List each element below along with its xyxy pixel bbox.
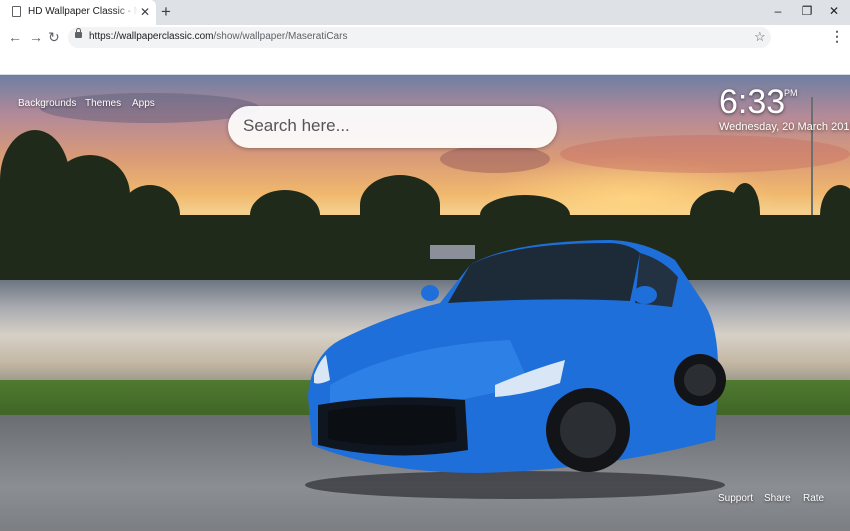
bookmarks-spacer: [0, 51, 850, 75]
radio-mast: [811, 97, 813, 222]
support-link[interactable]: Support: [718, 493, 753, 504]
new-tab-button[interactable]: +: [161, 3, 171, 21]
minimize-button[interactable]: –: [768, 2, 788, 20]
address-bar[interactable]: https://wallpaperclassic.com/show/wallpa…: [68, 27, 771, 48]
url-host: https://wallpaperclassic.com: [89, 31, 214, 42]
share-link[interactable]: Share: [764, 493, 791, 504]
clock-time: 6:33: [719, 83, 786, 121]
tab-close-icon[interactable]: ✕: [140, 5, 150, 19]
active-tab[interactable]: HD Wallpaper Classic - MaseratiCars ✕: [0, 0, 156, 25]
bookmark-star-icon[interactable]: ☆: [754, 29, 766, 45]
url-text[interactable]: https://wallpaperclassic.com/show/wallpa…: [89, 31, 347, 42]
tree: [250, 190, 320, 240]
themes-link[interactable]: Themes: [85, 98, 121, 109]
cloud: [560, 135, 850, 173]
apps-link[interactable]: Apps: [132, 98, 155, 109]
tree: [50, 155, 130, 235]
browser-menu-icon[interactable]: ⋮: [830, 28, 844, 44]
reload-icon[interactable]: ↻: [48, 29, 60, 45]
clock-date: Wednesday, 20 March 2019: [719, 121, 850, 133]
tree: [820, 185, 850, 245]
cloud: [440, 145, 550, 173]
maximize-button[interactable]: ❐: [797, 2, 817, 20]
tree: [360, 175, 440, 235]
rate-link[interactable]: Rate: [803, 493, 824, 504]
clock-widget: 6:33 PM Wednesday, 20 March 2019: [719, 83, 850, 133]
backgrounds-link[interactable]: Backgrounds: [18, 98, 76, 109]
back-icon[interactable]: ←: [8, 29, 22, 45]
maserati-car: [305, 240, 726, 499]
page-icon: [12, 6, 21, 17]
tree: [120, 185, 180, 245]
browser-toolbar: ← → ↻ https://wallpaperclassic.com/show/…: [0, 25, 850, 51]
close-window-button[interactable]: ✕: [824, 2, 844, 20]
clock-ampm: PM: [784, 88, 798, 98]
tree: [480, 195, 570, 235]
lock-icon[interactable]: [75, 28, 82, 38]
tab-strip: HD Wallpaper Classic - MaseratiCars ✕ + …: [0, 0, 850, 25]
tab-title: HD Wallpaper Classic - MaseratiCars: [28, 6, 138, 17]
search-bar[interactable]: [228, 106, 557, 148]
search-input[interactable]: [243, 116, 543, 136]
tree: [730, 183, 760, 243]
forward-icon[interactable]: →: [29, 29, 43, 45]
wallpaper-page: Backgrounds Themes Apps 6:33 PM Wednesda…: [0, 75, 850, 531]
url-path: /show/wallpaper/MaseratiCars: [213, 31, 348, 42]
